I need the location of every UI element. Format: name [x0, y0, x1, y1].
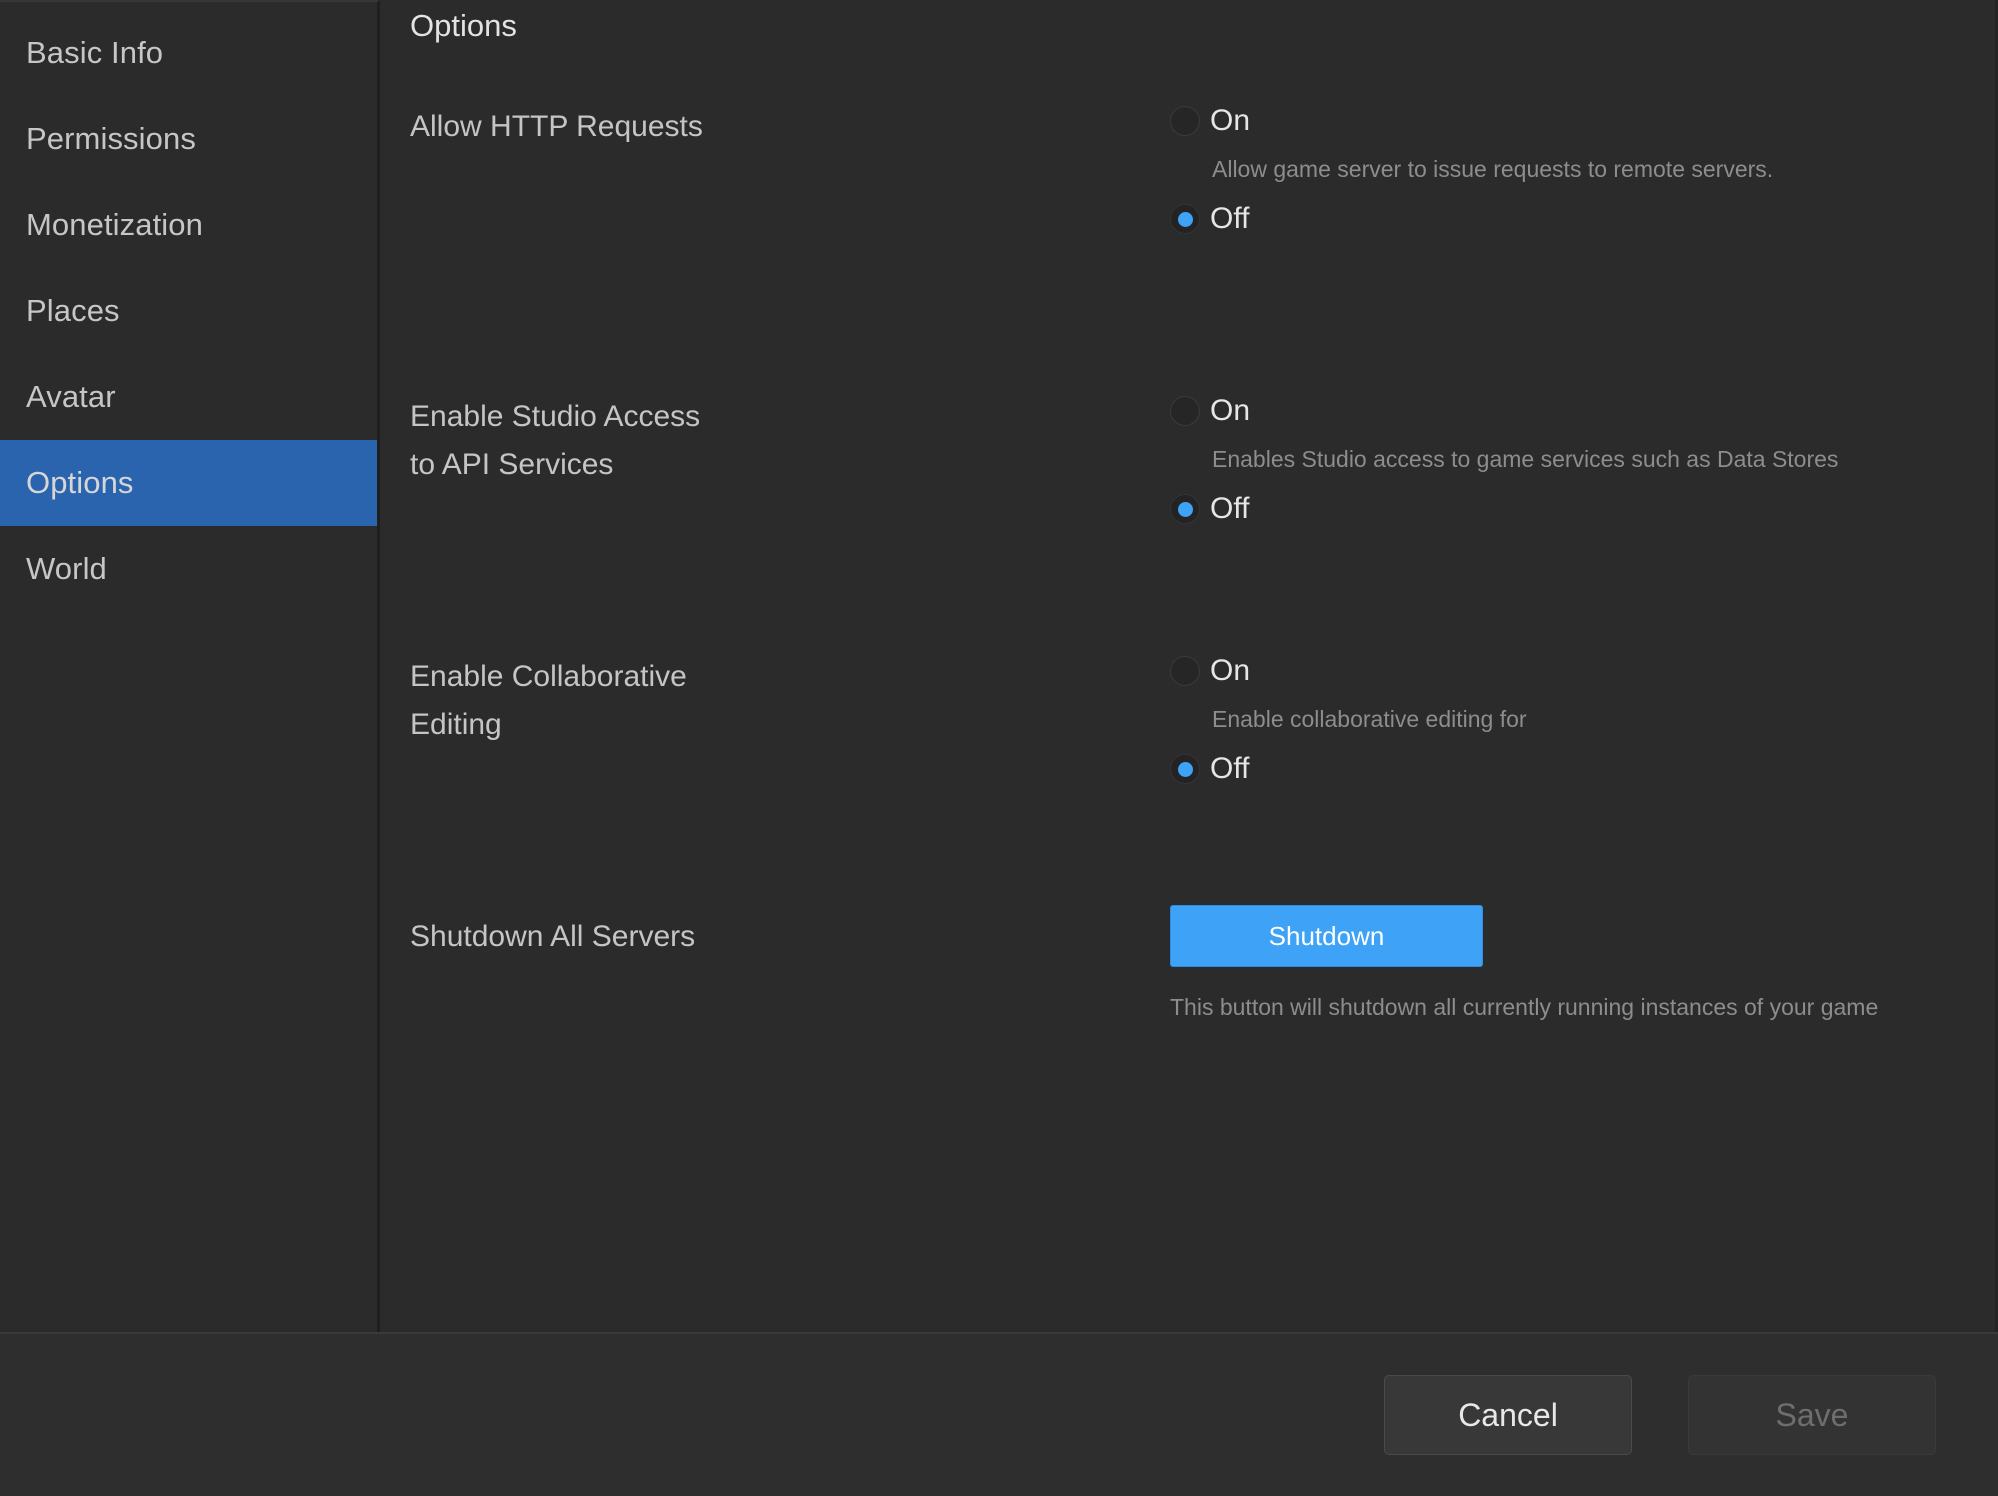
allow-http-requests-description: Allow game server to issue requests to r… [1212, 156, 1774, 182]
radio-on-indicator[interactable] [1170, 656, 1200, 686]
allow-http-requests-radio-on[interactable]: On [1170, 100, 1773, 142]
shutdown-button[interactable]: Shutdown [1170, 905, 1483, 967]
sidebar-item-label: Permissions [26, 121, 196, 156]
enable-collaborative-editing-label: Enable Collaborative Editing [410, 660, 687, 741]
enable-studio-access-to-api-services-control-column: On Enables Studio access to game services… [1170, 390, 1838, 530]
sidebar-item-label: Options [26, 465, 134, 500]
radio-on-indicator[interactable] [1170, 106, 1200, 136]
radio-off-indicator[interactable] [1170, 204, 1200, 234]
sidebar-item-label: Places [26, 293, 120, 328]
radio-off-indicator[interactable] [1170, 494, 1200, 524]
cancel-button[interactable]: Cancel [1384, 1375, 1632, 1455]
enable-collaborative-editing-radio-off[interactable]: Off [1170, 748, 1527, 790]
radio-off-indicator[interactable] [1170, 754, 1200, 784]
radio-on-indicator[interactable] [1170, 396, 1200, 426]
enable-collaborative-editing-control-column: On Enable collaborative editing for Off [1170, 650, 1527, 790]
radio-off-label: Off [1210, 752, 1250, 785]
enable-studio-access-to-api-services-label: Enable Studio Access to API Services [410, 400, 701, 481]
shutdown-description: This button will shutdown all currently … [1170, 994, 1879, 1020]
radio-on-label: On [1210, 394, 1251, 427]
sidebar-item-options[interactable]: Options [0, 440, 377, 526]
save-button[interactable]: Save [1688, 1375, 1936, 1455]
sidebar-item-world[interactable]: World [0, 526, 377, 612]
radio-on-label: On [1210, 654, 1251, 687]
page-title: Options [410, 8, 517, 43]
sidebar-item-permissions[interactable]: Permissions [0, 96, 377, 182]
radio-on-label: On [1210, 104, 1251, 137]
sidebar-item-label: Avatar [26, 379, 116, 414]
sidebar-item-avatar[interactable]: Avatar [0, 354, 377, 440]
sidebar-item-places[interactable]: Places [0, 268, 377, 354]
enable-studio-access-to-api-services-radio-on[interactable]: On [1170, 390, 1838, 432]
sidebar-item-label: Basic Info [26, 35, 164, 70]
shutdown-control-column: Shutdown This button will shutdown all c… [1170, 905, 1878, 1022]
settings-content-pane: Options Allow HTTP Requests On Allow game … [380, 0, 1998, 1332]
sidebar-item-label: Monetization [26, 207, 203, 242]
shutdown-all-servers-label: Shutdown All Servers [410, 920, 696, 953]
settings-sidebar: Basic Info Permissions Monetization Places A… [0, 0, 380, 1332]
radio-off-label: Off [1210, 492, 1250, 525]
enable-studio-access-to-api-services-radio-off[interactable]: Off [1170, 488, 1838, 530]
sidebar-item-monetization[interactable]: Monetization [0, 182, 377, 268]
dialog-footer: Cancel Save [0, 1334, 1998, 1496]
allow-http-requests-control-column: On Allow game server to issue requests to… [1170, 100, 1773, 240]
enable-collaborative-editing-radio-on[interactable]: On [1170, 650, 1527, 692]
sidebar-item-label: World [26, 551, 107, 586]
allow-http-requests-radio-off[interactable]: Off [1170, 198, 1773, 240]
sidebar-item-basic-info[interactable]: Basic Info [0, 10, 377, 96]
radio-off-label: Off [1210, 202, 1250, 235]
enable-studio-access-to-api-services-description: Enables Studio access to game services s… [1212, 446, 1839, 472]
settings-dialog: Basic Info Permissions Monetization Places A… [0, 0, 1998, 1496]
dialog-body: Basic Info Permissions Monetization Places A… [0, 0, 1998, 1334]
allow-http-requests-label: Allow HTTP Requests [410, 110, 703, 143]
enable-collaborative-editing-description: Enable collaborative editing for [1212, 706, 1527, 732]
